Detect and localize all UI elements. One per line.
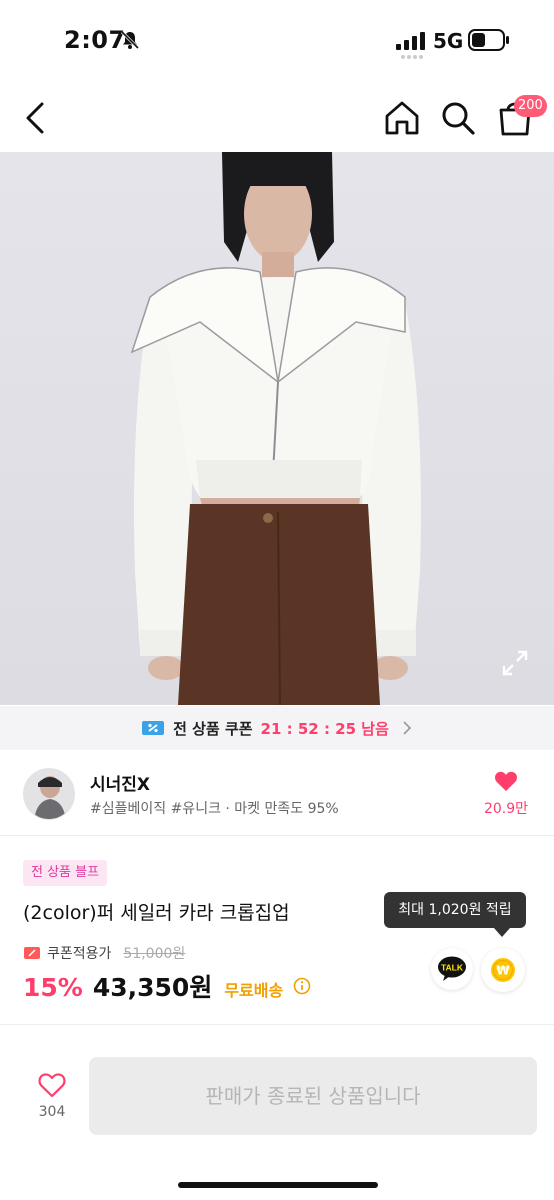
points-button[interactable]: ₩	[481, 948, 525, 992]
coupon-price-label: 쿠폰적용가	[47, 946, 112, 962]
shop-like-button[interactable]: 20.9만	[476, 766, 536, 822]
coupon-ticket-icon	[142, 721, 165, 735]
avatar[interactable]	[23, 768, 75, 820]
coupon-price-row: 쿠폰적용가 51,000원	[23, 942, 185, 964]
points-tooltip: 최대 1,020원 적립	[384, 892, 526, 928]
bell-muted-icon	[120, 30, 140, 50]
shop-tags: #심플베이직 #유니크 · 마켓 만족도 95%	[90, 801, 339, 817]
price-row: 15% 43,350원 무료배송	[23, 968, 311, 1004]
expand-icon[interactable]	[500, 648, 530, 678]
purchase-button[interactable]: 판매가 종료된 상품입니다	[89, 1057, 537, 1135]
status-time: 2:07	[64, 26, 126, 54]
shop-info-row[interactable]: 시너진X #심플베이직 #유니크 · 마켓 만족도 95% 20.9만	[0, 750, 554, 836]
wish-count: 304	[38, 1104, 66, 1120]
heart-icon	[495, 771, 517, 791]
svg-text:₩: ₩	[496, 964, 510, 978]
coupon-icon	[24, 947, 40, 959]
info-icon[interactable]	[293, 977, 311, 995]
status-bar: 2:07 5G	[0, 0, 554, 80]
final-price: 43,350원	[92, 973, 213, 1002]
search-icon[interactable]	[438, 98, 478, 138]
nav-header	[0, 86, 554, 150]
notch-dots-icon	[401, 55, 423, 59]
shop-name[interactable]: 시너진X	[90, 770, 150, 795]
coupon-timer-bar[interactable]: 전 상품 쿠폰 21 : 52 : 25 남음	[0, 706, 554, 750]
product-photo	[0, 152, 554, 705]
discount-rate: 15%	[23, 973, 83, 1002]
shop-like-count: 20.9만	[483, 801, 529, 817]
heart-outline-icon	[38, 1073, 66, 1098]
network-label: 5G	[433, 29, 464, 53]
chevron-right-icon	[403, 721, 412, 735]
promo-badge: 전 상품 블프	[23, 860, 108, 886]
tooltip-arrow	[494, 928, 510, 937]
battery-icon	[468, 29, 509, 51]
kakao-talk-button[interactable]: TALK	[431, 948, 473, 990]
shop-avatar-image	[24, 769, 74, 819]
talk-label: TALK	[441, 963, 464, 973]
cart-count-badge: 200	[514, 95, 547, 117]
wish-button[interactable]: 304	[26, 1072, 78, 1128]
product-image[interactable]	[0, 152, 554, 705]
coupon-timer: 21 : 52 : 25 남음	[260, 719, 389, 738]
home-icon[interactable]	[382, 98, 422, 138]
original-price: 51,000원	[123, 946, 186, 962]
section-divider	[0, 1024, 554, 1025]
kakao-talk-icon: TALK	[438, 956, 466, 981]
home-indicator	[178, 1182, 378, 1188]
won-coin-icon: ₩	[491, 958, 515, 982]
free-shipping-label: 무료배송	[224, 981, 284, 1000]
product-title: (2color)퍼 세일러 카라 크롭집업	[23, 902, 290, 924]
coupon-label: 전 상품 쿠폰	[173, 719, 253, 738]
chevron-left-icon[interactable]	[18, 98, 54, 138]
signal-icon	[396, 32, 425, 50]
